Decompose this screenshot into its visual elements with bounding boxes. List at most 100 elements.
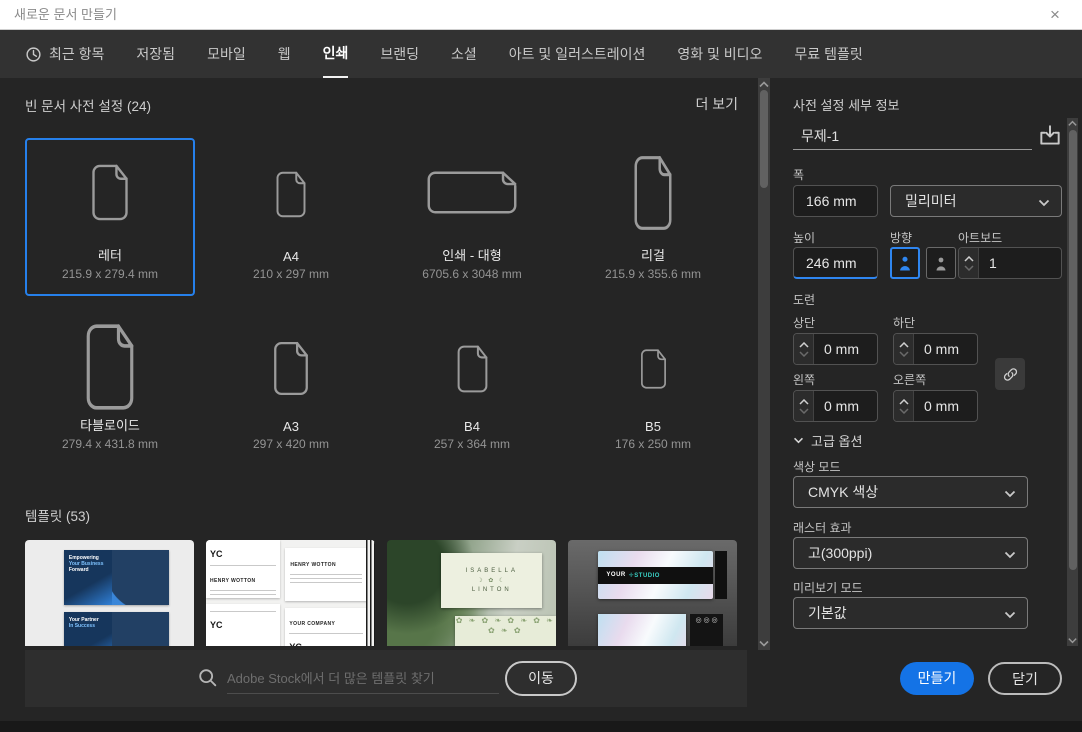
stepper-down-icon[interactable] <box>899 351 909 357</box>
stepper-down-icon[interactable] <box>799 351 809 357</box>
preset-card-print-large[interactable]: 인쇄 - 대형 6705.6 x 3048 mm <box>387 138 557 296</box>
go-button[interactable]: 이동 <box>505 661 577 696</box>
clock-icon <box>25 46 42 63</box>
height-input[interactable] <box>793 247 878 279</box>
bleed-top-input[interactable] <box>814 334 877 364</box>
preset-card-b4[interactable]: B4 257 x 364 mm <box>387 316 557 466</box>
business-card: HENRY WOTTON <box>285 548 366 601</box>
bleed-bottom-input[interactable] <box>914 334 977 364</box>
orientation-landscape-button[interactable] <box>926 247 956 279</box>
stepper-arrows[interactable] <box>959 248 979 278</box>
advanced-options-label: 고급 옵션 <box>811 431 862 450</box>
template-thumbnails: Empowering Your Business Forward Your Pa… <box>25 540 737 646</box>
close-button[interactable]: 닫기 <box>988 662 1062 695</box>
divider <box>290 574 361 575</box>
preset-card-b5[interactable]: B5 176 x 250 mm <box>568 316 738 466</box>
tab-mobile[interactable]: 모바일 <box>207 30 246 78</box>
stepper-up-icon[interactable] <box>899 399 909 405</box>
tab-recent[interactable]: 최근 항목 <box>25 30 104 78</box>
bleed-right-input[interactable] <box>914 391 977 421</box>
bleed-bottom-stepper[interactable] <box>893 333 978 365</box>
template-thumb-holo-studio-cards[interactable]: YOUR ✛STUDIO ◎ ◎ ◎ <box>568 540 737 646</box>
see-more-link[interactable]: 더 보기 <box>695 94 738 114</box>
tab-film-video[interactable]: 영화 및 비디오 <box>677 30 762 78</box>
chevron-down-icon <box>1004 490 1016 498</box>
bleed-left-input[interactable] <box>814 391 877 421</box>
raster-effects-label: 래스터 효과 <box>793 519 852 536</box>
stepper-arrows[interactable] <box>794 391 814 421</box>
panel-scrollbar-thumb[interactable] <box>1069 130 1077 570</box>
tab-print[interactable]: 인쇄 <box>323 30 349 78</box>
portrait-document-icon <box>454 343 491 395</box>
tab-art-illustration[interactable]: 아트 및 일러스트레이션 <box>509 30 646 78</box>
templates-title: 템플릿 (53) <box>25 505 90 525</box>
preset-size: 215.9 x 355.6 mm <box>605 267 701 281</box>
create-button[interactable]: 만들기 <box>900 662 974 695</box>
botanical-card: ISABELLA ☽ ✿ ☾ LINTON <box>441 553 542 608</box>
preset-name: B4 <box>464 419 480 434</box>
bleed-link-button[interactable] <box>995 358 1025 390</box>
template-thumb-botanical-cards[interactable]: ISABELLA ☽ ✿ ☾ LINTON ✿ ❧ ✿ ❧ ✿ ❧ ✿ ❧ ✿ … <box>387 540 556 646</box>
stepper-arrows[interactable] <box>894 334 914 364</box>
stepper-down-icon[interactable] <box>899 408 909 414</box>
raster-effects-select[interactable]: 고(300ppi) <box>793 537 1028 569</box>
scroll-up-icon[interactable] <box>1067 120 1078 127</box>
width-input[interactable] <box>793 185 878 217</box>
tab-social[interactable]: 소셜 <box>451 30 477 78</box>
chevron-down-icon <box>793 437 804 444</box>
preset-card-a4[interactable]: A4 210 x 297 mm <box>206 138 376 296</box>
close-icon[interactable]: × <box>1040 0 1070 30</box>
stepper-up-icon[interactable] <box>964 256 974 262</box>
stepper-down-icon[interactable] <box>799 408 809 414</box>
preview-mode-select[interactable]: 기본값 <box>793 597 1028 629</box>
preset-card-letter[interactable]: 레터 215.9 x 279.4 mm <box>25 138 195 296</box>
stock-search-input[interactable] <box>227 664 499 694</box>
template-thumb-business-flyer[interactable]: Empowering Your Business Forward Your Pa… <box>25 540 194 646</box>
artboard-count-input[interactable] <box>979 248 1061 278</box>
stepper-up-icon[interactable] <box>899 342 909 348</box>
tab-free-templates[interactable]: 무료 템플릿 <box>794 30 862 78</box>
template-thumb-bw-business-cards[interactable]: YC HENRY WOTTON HENRY WOTTON YC <box>206 540 375 646</box>
preset-browser: 빈 문서 사전 설정 (24) 더 보기 레터 215.9 x 279.4 mm… <box>0 78 758 732</box>
tab-web[interactable]: 웹 <box>278 30 291 78</box>
bleed-left-stepper[interactable] <box>793 390 878 422</box>
divider <box>290 582 361 583</box>
preset-name: A3 <box>283 419 299 434</box>
left-scrollbar[interactable] <box>758 78 770 650</box>
portrait-document-icon <box>270 339 312 398</box>
business-card: YOUR COMPANY YC <box>285 608 366 646</box>
left-scrollbar-thumb[interactable] <box>760 90 768 188</box>
advanced-options-toggle[interactable]: 고급 옵션 <box>793 431 862 450</box>
artboard-stepper[interactable] <box>958 247 1062 279</box>
tab-branding[interactable]: 브랜딩 <box>380 30 419 78</box>
document-name-input[interactable] <box>793 122 1032 150</box>
preset-size: 6705.6 x 3048 mm <box>422 267 521 281</box>
black-tab-graphic <box>715 551 727 600</box>
save-preset-icon[interactable] <box>1037 123 1063 149</box>
portrait-document-icon <box>630 154 676 232</box>
portrait-document-icon <box>273 169 309 220</box>
scroll-up-icon[interactable] <box>758 81 770 88</box>
unit-select[interactable]: 밀리미터 <box>890 185 1062 217</box>
scroll-down-icon[interactable] <box>1067 637 1078 644</box>
stepper-arrows[interactable] <box>894 391 914 421</box>
stepper-up-icon[interactable] <box>799 342 809 348</box>
stepper-down-icon[interactable] <box>964 265 974 271</box>
botanical-pattern-card: ✿ ❧ ✿ ❧ ✿ ❧ ✿ ❧ ✿ ❧ ✿ <box>455 616 556 646</box>
tab-saved[interactable]: 저장됨 <box>136 30 175 78</box>
bleed-right-stepper[interactable] <box>893 390 978 422</box>
portrait-document-icon <box>638 347 669 391</box>
preset-card-tabloid[interactable]: 타블로이드 279.4 x 431.8 mm <box>25 316 195 466</box>
stepper-arrows[interactable] <box>794 334 814 364</box>
preset-name: B5 <box>645 419 661 434</box>
preset-card-a3[interactable]: A3 297 x 420 mm <box>206 316 376 466</box>
panel-scrollbar[interactable] <box>1067 118 1078 646</box>
scroll-down-icon[interactable] <box>758 640 770 647</box>
bleed-top-stepper[interactable] <box>793 333 878 365</box>
tab-label: 저장됨 <box>136 30 175 78</box>
orientation-portrait-button[interactable] <box>890 247 920 279</box>
preset-name: 리걸 <box>641 245 665 264</box>
preset-card-legal[interactable]: 리걸 215.9 x 355.6 mm <box>568 138 738 296</box>
color-mode-select[interactable]: CMYK 색상 <box>793 476 1028 508</box>
stepper-up-icon[interactable] <box>799 399 809 405</box>
